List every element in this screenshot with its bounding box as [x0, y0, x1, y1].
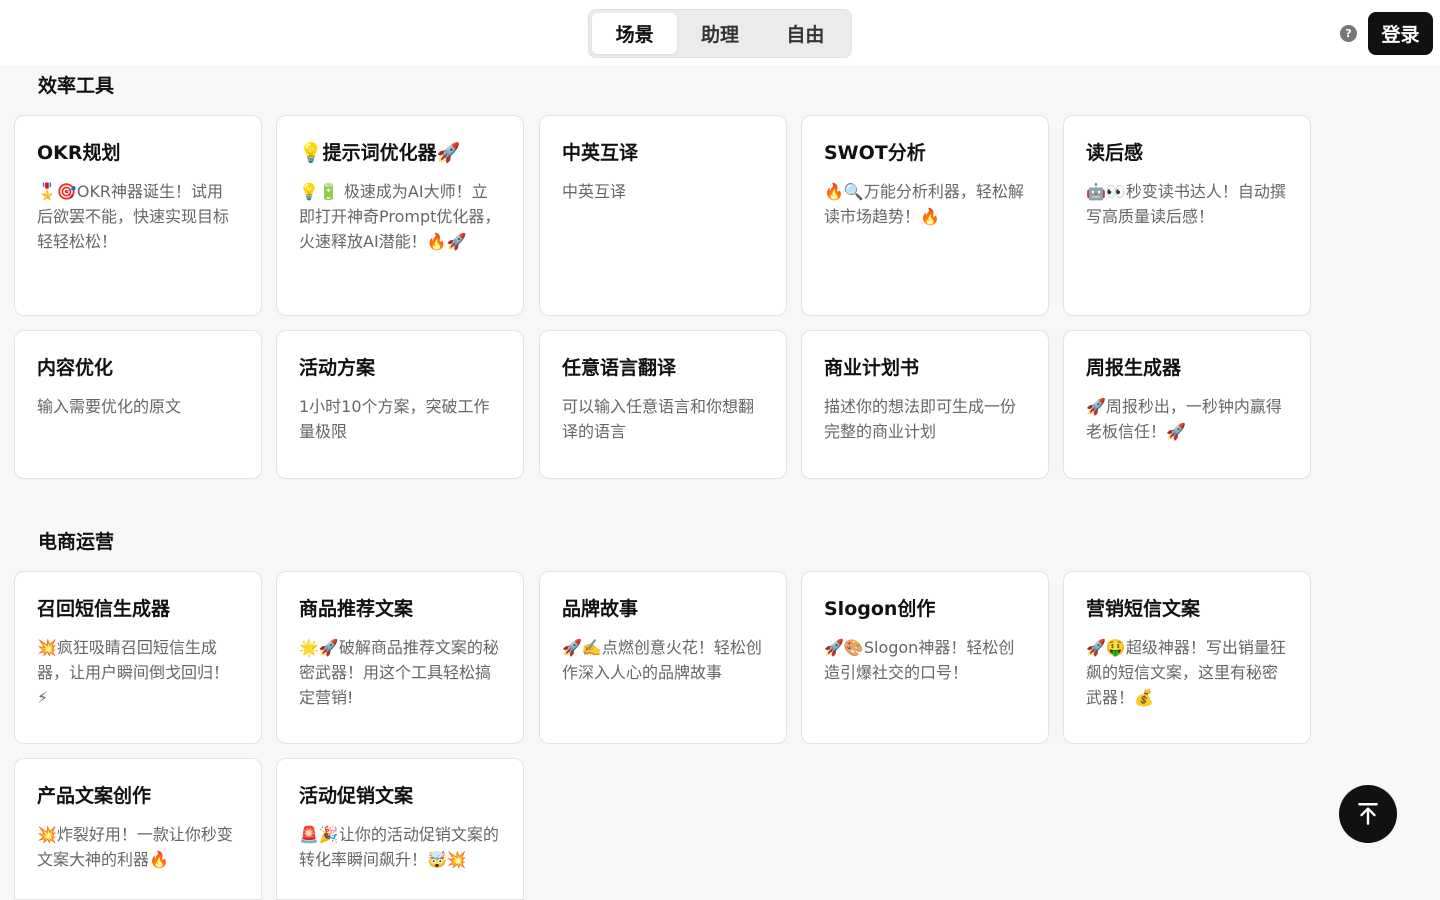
card-title: 中英互译 [562, 142, 639, 164]
card-title: 商业计划书 [824, 357, 920, 379]
card-title: OKR规划 [37, 142, 121, 164]
card-prompt-optimizer[interactable]: 💡提示词优化器🚀 💡🔋 极速成为AI大师！立即打开神奇Prompt优化器，火速释… [276, 115, 524, 316]
tab-scene[interactable]: 场景 [592, 13, 678, 54]
card-weekly-report[interactable]: 周报生成器 🚀周报秒出，一秒钟内赢得老板信任！🚀 [1063, 330, 1311, 479]
card-promo-copy[interactable]: 活动促销文案 🚨🎉让你的活动促销文案的转化率瞬间飙升！🤯💥 [276, 758, 524, 900]
card-book-review[interactable]: 读后感 🤖👀秒变读书达人！自动撰写高质量读后感！ [1063, 115, 1311, 316]
card-desc: 🚨🎉让你的活动促销文案的转化率瞬间飙升！🤯💥 [299, 825, 499, 869]
card-title: SWOT分析 [824, 142, 926, 164]
card-event-plan[interactable]: 活动方案 1小时10个方案，突破工作量极限 [276, 330, 524, 479]
card-product-copy[interactable]: 产品文案创作 💥炸裂好用！一款让你秒变文案大神的利器🔥 [14, 758, 262, 900]
card-desc: 🚀🤑超级神器！写出销量狂飙的短信文案，这里有秘密武器！💰 [1086, 638, 1286, 707]
card-desc: 🚀周报秒出，一秒钟内赢得老板信任！🚀 [1086, 397, 1282, 441]
top-bar: 场景 助理 自由 ? 登录 [0, 0, 1440, 65]
card-okr[interactable]: OKR规划 🎖️🎯OKR神器诞生！试用后欲罢不能，快速实现目标轻轻松松！ [14, 115, 262, 316]
card-desc: 💥疯狂吸睛召回短信生成器，让用户瞬间倒戈回归！⚡ [37, 638, 230, 707]
card-desc: 💡🔋 极速成为AI大师！立即打开神奇Prompt优化器，火速释放AI潜能！🔥🚀 [299, 182, 501, 251]
card-slogan[interactable]: Slogon创作 🚀🎨Slogon神器！轻松创造引爆社交的口号！ [801, 571, 1049, 744]
card-title: 任意语言翻译 [562, 357, 677, 379]
card-title: Slogon创作 [824, 598, 936, 620]
help-icon[interactable]: ? [1340, 25, 1357, 42]
card-desc: 可以输入任意语言和你想翻译的语言 [562, 397, 755, 441]
card-marketing-sms[interactable]: 营销短信文案 🚀🤑超级神器！写出销量狂飙的短信文案，这里有秘密武器！💰 [1063, 571, 1311, 744]
section-title-efficiency: 效率工具 [38, 75, 115, 97]
card-desc: 🤖👀秒变读书达人！自动撰写高质量读后感！ [1086, 182, 1286, 226]
card-desc: 🚀✍️点燃创意火花！轻松创作深入人心的品牌故事 [562, 638, 762, 682]
card-desc: 🚀🎨Slogon神器！轻松创造引爆社交的口号！ [824, 638, 1015, 682]
tab-assistant[interactable]: 助理 [677, 13, 762, 54]
mode-switcher: 场景 助理 自由 [588, 9, 852, 58]
card-title: 产品文案创作 [37, 785, 152, 807]
card-title: 召回短信生成器 [37, 598, 171, 620]
arrow-up-to-line-icon [1358, 803, 1378, 825]
card-title: 💡提示词优化器🚀 [299, 142, 461, 164]
card-brand-story[interactable]: 品牌故事 🚀✍️点燃创意火花！轻松创作深入人心的品牌故事 [539, 571, 787, 744]
section-title-ecommerce: 电商运营 [38, 531, 115, 553]
card-desc: 🌟🚀破解商品推荐文案的秘密武器！用这个工具轻松搞定营销! [299, 638, 499, 707]
card-title: 内容优化 [37, 357, 114, 379]
tab-free[interactable]: 自由 [763, 13, 848, 54]
card-title: 读后感 [1086, 142, 1144, 164]
card-title: 商品推荐文案 [299, 598, 414, 620]
card-desc: 🔥🔍万能分析利器，轻松解读市场趋势！🔥 [824, 182, 1024, 226]
card-swot[interactable]: SWOT分析 🔥🔍万能分析利器，轻松解读市场趋势！🔥 [801, 115, 1049, 316]
card-product-recommend[interactable]: 商品推荐文案 🌟🚀破解商品推荐文案的秘密武器！用这个工具轻松搞定营销! [276, 571, 524, 744]
card-title: 营销短信文案 [1086, 598, 1201, 620]
card-title: 品牌故事 [562, 598, 639, 620]
card-desc: 💥炸裂好用！一款让你秒变文案大神的利器🔥 [37, 825, 233, 869]
card-recall-sms[interactable]: 召回短信生成器 💥疯狂吸睛召回短信生成器，让用户瞬间倒戈回归！⚡ [14, 571, 262, 744]
back-to-top-button[interactable] [1339, 785, 1397, 843]
card-desc: 1小时10个方案，突破工作量极限 [299, 397, 490, 441]
card-desc: 中英互译 [562, 182, 627, 201]
card-content-optimize[interactable]: 内容优化 输入需要优化的原文 [14, 330, 262, 479]
login-button[interactable]: 登录 [1368, 12, 1433, 55]
card-desc: 🎖️🎯OKR神器诞生！试用后欲罢不能，快速实现目标轻轻松松！ [37, 182, 230, 251]
card-cn-en-translate[interactable]: 中英互译 中英互译 [539, 115, 787, 316]
card-title: 活动促销文案 [299, 785, 414, 807]
card-title: 活动方案 [299, 357, 376, 379]
card-desc: 输入需要优化的原文 [37, 397, 182, 416]
card-title: 周报生成器 [1086, 357, 1182, 379]
card-any-language-translate[interactable]: 任意语言翻译 可以输入任意语言和你想翻译的语言 [539, 330, 787, 479]
card-business-plan[interactable]: 商业计划书 描述你的想法即可生成一份完整的商业计划 [801, 330, 1049, 479]
card-desc: 描述你的想法即可生成一份完整的商业计划 [824, 397, 1017, 441]
